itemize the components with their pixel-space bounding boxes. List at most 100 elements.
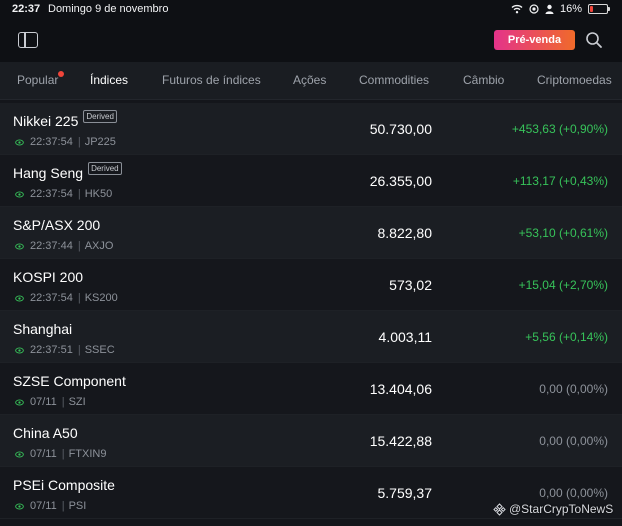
live-eye-icon [15, 191, 24, 197]
index-change: +5,56 (+0,14%) [525, 330, 608, 344]
index-time: 07/11 [30, 500, 57, 512]
tab-index-futures[interactable]: Futuros de índices [162, 73, 261, 87]
index-symbol: SSEC [84, 344, 115, 356]
index-meta: 22:37:54 | HK50 [15, 188, 112, 200]
index-change: +53,10 (+0,61%) [518, 226, 608, 240]
notification-dot [58, 71, 65, 77]
index-row[interactable]: China A50 07/11 | FTXIN9 15.422,88 0,00 (0,00… [0, 415, 622, 467]
index-row[interactable]: Hang Seng Derived 22:37:54 | HK50 26.355,00 +1… [0, 155, 622, 207]
index-meta: 22:37:54 | JP225 [15, 136, 116, 148]
live-eye-icon [15, 243, 24, 249]
live-eye-icon [15, 347, 24, 353]
sidebar-toggle-icon[interactable] [18, 32, 38, 48]
watermark: @StarCrypToNewS [493, 502, 613, 516]
tab-label: Commodities [359, 73, 430, 87]
index-symbol: FTXIN9 [68, 448, 107, 460]
index-change: 0,00 (0,00%) [539, 434, 608, 448]
tab-label: Índices [90, 73, 129, 87]
live-eye-icon [15, 399, 24, 405]
index-time: 22:37:51 [30, 344, 73, 356]
index-change: +453,63 (+0,90%) [511, 122, 608, 136]
index-price: 15.422,88 [369, 433, 432, 449]
tab-crypto[interactable]: Criptomoedas [537, 73, 612, 87]
person-icon [545, 4, 554, 14]
market-tabs: Popular Índices Futuros de índices Ações… [0, 62, 622, 100]
status-icons: 16% [511, 3, 610, 15]
live-eye-icon [15, 139, 24, 145]
tab-commodities[interactable]: Commodities [359, 73, 429, 87]
tab-stocks[interactable]: Ações [293, 73, 326, 87]
index-symbol: HK50 [84, 188, 113, 200]
meta-separator: | [77, 240, 81, 252]
index-symbol: KS200 [84, 292, 118, 304]
index-symbol: AXJO [84, 240, 114, 252]
meta-separator: | [77, 136, 81, 148]
index-name-label: Shanghai [13, 321, 73, 337]
live-eye-icon [15, 451, 24, 457]
meta-separator: | [77, 292, 81, 304]
search-icon[interactable] [585, 31, 603, 49]
index-meta: 07/11 | PSI [15, 500, 86, 512]
index-name-label: S&P/ASX 200 [13, 217, 101, 233]
app-header: Pré-venda [0, 20, 622, 62]
index-name: PSEi Composite [13, 477, 115, 493]
index-symbol: PSI [68, 500, 87, 512]
index-name-label: Hang Seng [13, 165, 84, 181]
index-time: 22:37:44 [30, 240, 73, 252]
meta-separator: | [61, 396, 65, 408]
index-list: Nikkei 225 Derived 22:37:54 | JP225 50.730,00… [0, 103, 622, 519]
index-name: China A50 [13, 425, 78, 441]
index-price: 8.822,80 [377, 225, 433, 241]
derived-badge: Derived [83, 109, 117, 123]
index-row[interactable]: Nikkei 225 Derived 22:37:54 | JP225 50.730,00… [0, 103, 622, 155]
index-price: 26.355,00 [369, 173, 432, 189]
tab-label: Criptomoedas [537, 73, 612, 87]
index-meta: 22:37:51 | SSEC [15, 344, 115, 356]
index-time: 07/11 [30, 448, 57, 460]
watermark-text: @StarCrypToNewS [509, 502, 614, 516]
index-price: 5.759,37 [377, 485, 433, 501]
index-row[interactable]: Shanghai 22:37:51 | SSEC 4.003,11 +5,56 (+0,1… [0, 311, 622, 363]
index-meta: 22:37:54 | KS200 [15, 292, 118, 304]
status-bar: 22:37 Domingo 9 de novembro 16% [0, 0, 622, 20]
status-date: Domingo 9 de novembro [48, 3, 169, 15]
tab-forex[interactable]: Câmbio [463, 73, 504, 87]
index-time: 22:37:54 [30, 188, 73, 200]
tab-label: Futuros de índices [162, 73, 261, 87]
index-symbol: JP225 [84, 136, 116, 148]
index-meta: 22:37:44 | AXJO [15, 240, 113, 252]
wifi-icon [511, 4, 523, 14]
index-price: 4.003,11 [378, 329, 432, 345]
tab-label: Câmbio [463, 73, 505, 87]
index-name: S&P/ASX 200 [13, 217, 100, 233]
battery-percent: 16% [559, 3, 582, 15]
index-row[interactable]: SZSE Component 07/11 | SZI 13.404,06 0,00 (0,… [0, 363, 622, 415]
meta-separator: | [77, 188, 81, 200]
tab-indices[interactable]: Índices [90, 73, 128, 87]
tab-label: Ações [293, 73, 327, 87]
status-time: 22:37 [12, 3, 41, 15]
index-row[interactable]: S&P/ASX 200 22:37:44 | AXJO 8.822,80 +53,10 (… [0, 207, 622, 259]
battery-icon [588, 4, 610, 14]
index-price: 13.404,06 [369, 381, 432, 397]
index-name: KOSPI 200 [13, 269, 83, 285]
index-symbol: SZI [68, 396, 86, 408]
index-name-label: Nikkei 225 [13, 113, 79, 129]
tab-label: Popular [17, 73, 59, 87]
index-name-label: KOSPI 200 [13, 269, 84, 285]
index-time: 22:37:54 [30, 136, 73, 148]
index-time: 07/11 [30, 396, 57, 408]
index-name-label: China A50 [13, 425, 78, 441]
tab-popular[interactable]: Popular [17, 71, 65, 87]
derived-badge: Derived [88, 161, 122, 175]
index-change: 0,00 (0,00%) [539, 382, 608, 396]
live-eye-icon [15, 503, 24, 509]
index-row[interactable]: KOSPI 200 22:37:54 | KS200 573,02 +15,04 (+2,… [0, 259, 622, 311]
location-icon [529, 4, 539, 14]
presale-button[interactable]: Pré-venda [494, 30, 575, 50]
index-meta: 07/11 | SZI [15, 396, 86, 408]
index-name: Shanghai [13, 321, 72, 337]
meta-separator: | [61, 448, 65, 460]
index-change: 0,00 (0,00%) [539, 486, 608, 500]
index-name: Nikkei 225 Derived [13, 109, 117, 129]
